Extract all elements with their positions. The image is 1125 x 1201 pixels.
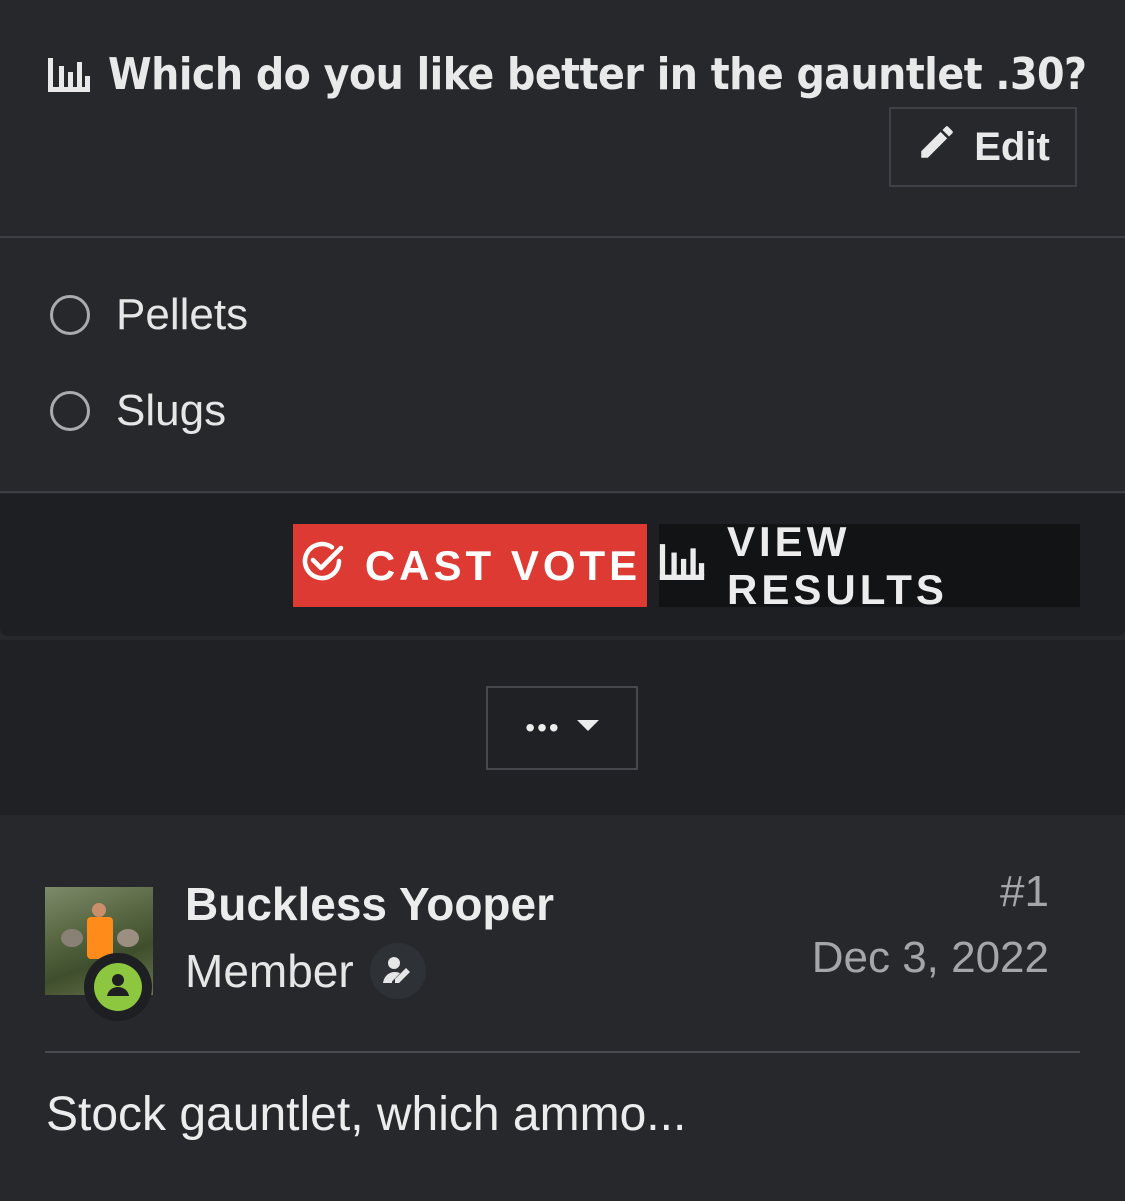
more-dots: •••: [525, 712, 561, 743]
poll-option-pellets[interactable]: Pellets: [50, 290, 248, 340]
radio-button[interactable]: [50, 295, 90, 335]
poll-title: Which do you like better in the gauntlet…: [48, 44, 1087, 104]
edit-label: Edit: [974, 124, 1050, 169]
option-label: Slugs: [116, 386, 227, 435]
poll-option-slugs[interactable]: Slugs: [50, 386, 226, 436]
divider: [0, 491, 1125, 493]
user-edit-icon: [369, 943, 426, 999]
poll-options: Pellets Slugs: [0, 238, 1125, 492]
poll-chart-icon: [659, 542, 705, 590]
more-options-button[interactable]: •••: [486, 686, 638, 770]
online-status-badge: [84, 953, 152, 1021]
check-circle-icon: [299, 538, 345, 594]
post-date-link[interactable]: Dec 3, 2022: [812, 933, 1049, 983]
radio-button[interactable]: [50, 391, 90, 431]
post-number-link[interactable]: #1: [1000, 867, 1049, 917]
cast-vote-button[interactable]: CAST VOTE: [293, 524, 647, 607]
username[interactable]: Buckless Yooper: [185, 877, 554, 931]
user-role: Member: [185, 943, 426, 999]
pencil-icon: [916, 121, 958, 173]
role-label: Member: [185, 945, 354, 997]
edit-poll-button[interactable]: Edit: [889, 107, 1077, 187]
poll-chart-icon: [48, 56, 90, 92]
caret-down-icon: [576, 719, 599, 737]
post-body-text: Stock gauntlet, which ammo...: [46, 1088, 687, 1141]
poll-header: Which do you like better in the gauntlet…: [0, 0, 1125, 236]
post-divider: [45, 1051, 1080, 1053]
poll-title-text: Which do you like better in the gauntlet…: [108, 48, 1087, 100]
poll-actions-bar: CAST VOTE VIEW RESULTS: [0, 494, 1125, 636]
cast-vote-label: CAST VOTE: [364, 541, 642, 589]
view-results-button[interactable]: VIEW RESULTS: [659, 518, 1080, 613]
thread-tools-area: •••: [0, 640, 1125, 815]
view-results-label: VIEW RESULTS: [727, 517, 948, 613]
user-online-icon: [103, 970, 133, 1005]
option-label: Pellets: [116, 290, 249, 339]
post: Buckless Yooper Member #1 Dec 3, 2022 St…: [0, 815, 1125, 1201]
